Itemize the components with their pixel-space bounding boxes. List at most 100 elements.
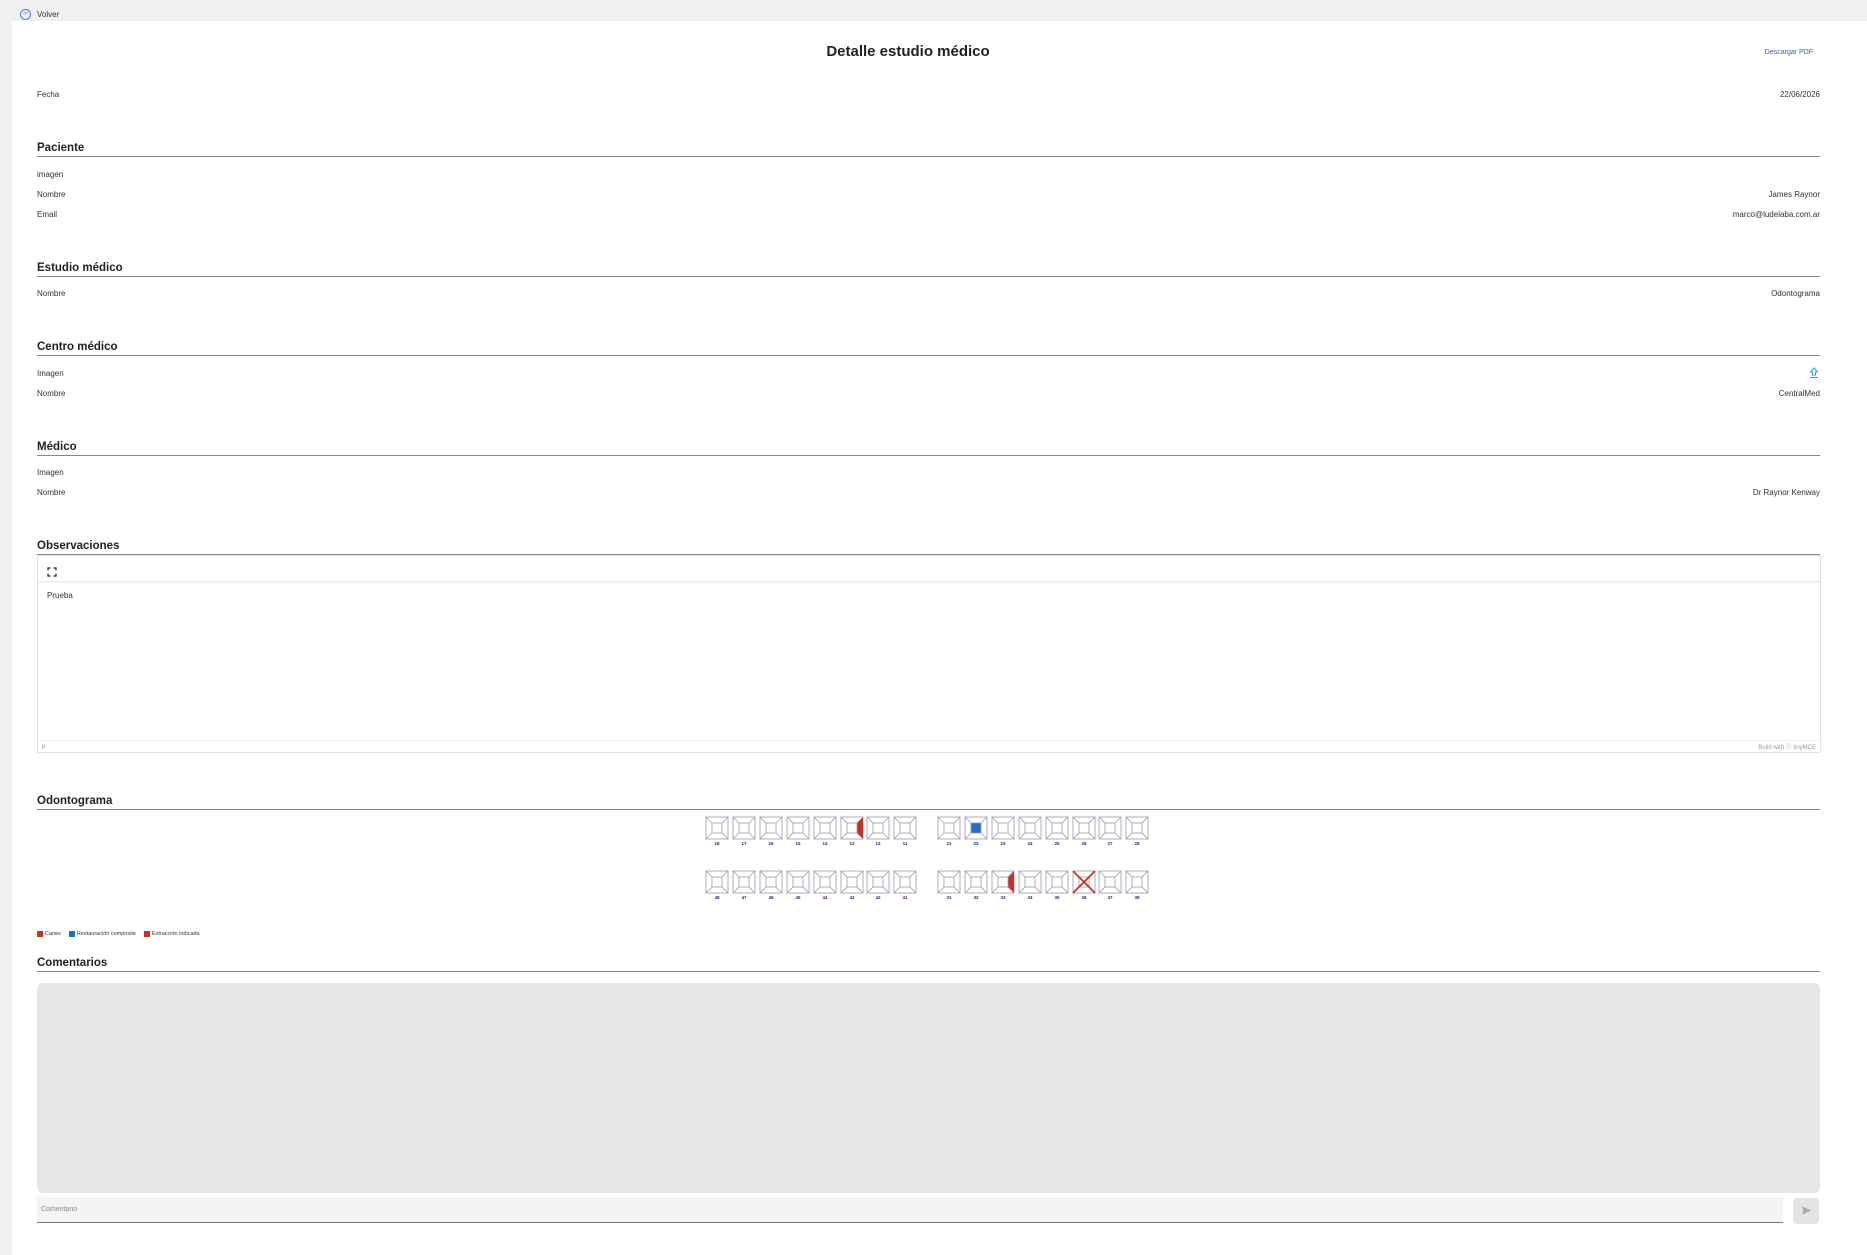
tooth-35[interactable]: 35 [1045,870,1069,900]
section-comentarios: Comentarios [37,957,1820,972]
fecha-value: 22/06/2026 [1779,89,1820,99]
medico-imagen-label: Imagen [37,467,64,477]
tooth-number: 18 [714,841,720,846]
paciente-imagen-row: imagen [37,167,1820,181]
tooth-15[interactable]: 15 [786,816,810,846]
tooth-number: 28 [1134,841,1140,846]
tooth-14[interactable]: 14 [813,816,837,846]
odontogram-legend: Caries Restauración composite Extracción… [37,931,200,937]
tooth-number: 23 [1000,841,1006,846]
comments-list [37,983,1820,1193]
tooth-number: 31 [946,895,952,900]
back-button[interactable]: ⇦ Volver [20,6,59,22]
tooth-13[interactable]: 13 [840,816,864,846]
tooth-26[interactable]: 26 [1072,816,1096,846]
tooth-25[interactable]: 25 [1045,816,1069,846]
tooth-number: 44 [822,895,828,900]
section-odontograma: Odontograma [37,795,1820,810]
fecha-label: Fecha [37,89,60,99]
tooth-number: 48 [714,895,720,900]
tooth-number: 43 [849,895,855,900]
tooth-27[interactable]: 27 [1098,816,1122,846]
tooth-21[interactable]: 21 [937,816,961,846]
tooth-number: 42 [875,895,881,900]
tooth-number: 17 [741,841,747,846]
estudio-nombre-label: Nombre [37,288,66,298]
tooth-42[interactable]: 42 [866,870,890,900]
tooth-37[interactable]: 37 [1098,870,1122,900]
legend-item: Caries [37,931,61,937]
tooth-28[interactable]: 28 [1125,816,1149,846]
tooth-11[interactable]: 11 [893,816,917,846]
tooth-45[interactable]: 45 [786,870,810,900]
editor-content[interactable]: Prueba [47,591,73,600]
paciente-imagen-label: imagen [37,169,64,179]
section-medico: Médico [37,441,1820,456]
editor-brand: Build with ⓣ tinyMCE [1758,745,1816,751]
tooth-34[interactable]: 34 [1018,870,1042,900]
download-pdf-button[interactable]: Descargar PDF [1765,49,1813,56]
tooth-12[interactable]: 12 [866,816,890,846]
editor-statusbar: p Build with ⓣ tinyMCE [38,740,1820,752]
centro-imagen-row: Imagen [37,366,1820,380]
tooth-number: 38 [1134,895,1140,900]
tooth-number: 14 [822,841,828,846]
tooth-43[interactable]: 43 [840,870,864,900]
paciente-email-value: marco@ludelaba.com.ar [1732,209,1820,219]
send-comment-button[interactable] [1793,1198,1819,1224]
tooth-number: 25 [1054,841,1060,846]
tooth-number: 21 [946,841,952,846]
page-title: Detalle estudio médico [826,43,990,60]
legend-swatch-caries [37,931,43,937]
tooth-18[interactable]: 18 [705,816,729,846]
tooth-33[interactable]: 33 [991,870,1015,900]
tooth-31[interactable]: 31 [937,870,961,900]
tooth-17[interactable]: 17 [732,816,756,846]
editor-toolbar [38,556,1820,582]
centro-imagen-label: Imagen [37,368,64,378]
tooth-47[interactable]: 47 [732,870,756,900]
surface-mark [971,823,981,833]
tooth-48[interactable]: 48 [705,870,729,900]
tooth-number: 45 [795,895,801,900]
medico-nombre-row: Nombre Dr Raynor Kenway [37,485,1820,499]
section-paciente: Paciente [37,142,1820,157]
comment-input[interactable] [37,1197,1783,1223]
tooth-36[interactable]: 36 [1072,870,1096,900]
centro-nombre-row: Nombre CentralMed [37,386,1820,400]
tooth-38[interactable]: 38 [1125,870,1149,900]
tooth-number: 36 [1081,895,1087,900]
estudio-nombre-value: Odontograma [1771,288,1820,298]
tooth-22[interactable]: 22 [964,816,988,846]
tooth-46[interactable]: 46 [759,870,783,900]
medico-imagen-row: Imagen [37,465,1820,479]
observaciones-editor[interactable]: Prueba p Build with ⓣ tinyMCE [37,555,1821,753]
legend-swatch-restauracion [68,931,75,937]
tooth-number: 34 [1027,895,1033,900]
tooth-41[interactable]: 41 [893,870,917,900]
tooth-23[interactable]: 23 [991,816,1015,846]
tooth-number: 37 [1107,895,1113,900]
centro-nombre-label: Nombre [37,388,66,398]
paciente-nombre-value: James Raynor [1768,189,1820,199]
legend-label: Extracción indicada [151,931,200,937]
fullscreen-icon[interactable] [47,564,57,577]
tooth-number: 47 [741,895,747,900]
tooth-16[interactable]: 16 [759,816,783,846]
medico-nombre-label: Nombre [37,487,66,497]
tooth-number: 26 [1081,841,1087,846]
tooth-number: 13 [849,841,855,846]
tooth-24[interactable]: 24 [1018,816,1042,846]
tooth-number: 16 [768,841,774,846]
tooth-number: 41 [902,895,908,900]
tooth-32[interactable]: 32 [964,870,988,900]
tooth-44[interactable]: 44 [813,870,837,900]
medico-nombre-value: Dr Raynor Kenway [1752,487,1820,497]
editor-path: p [42,743,46,750]
legend-swatch-extraccion [143,931,150,937]
tooth-number: 22 [973,841,979,846]
fecha-row: Fecha 22/06/2026 [37,87,1820,101]
section-centro-medico: Centro médico [37,341,1820,356]
paciente-email-label: Email [37,209,58,219]
tooth-number: 46 [768,895,774,900]
